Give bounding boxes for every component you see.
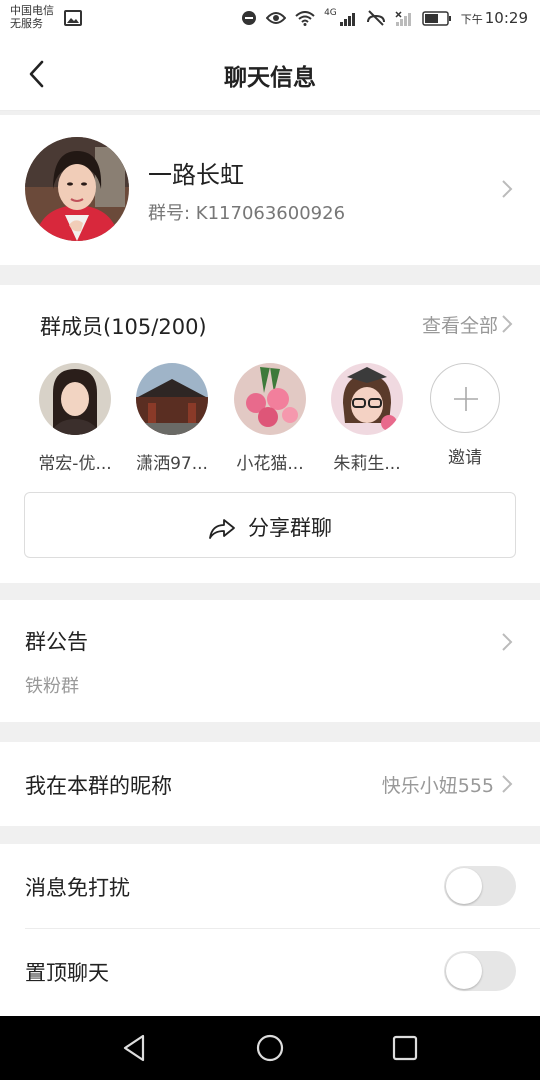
- system-nav-bar: [0, 1016, 540, 1080]
- chat-settings-section: 消息免打扰 置顶聊天: [0, 844, 540, 1016]
- group-nickname-row[interactable]: 我在本群的昵称 快乐小妞555: [0, 742, 540, 826]
- no-call-icon: [366, 10, 385, 26]
- page-title: 聊天信息: [224, 65, 316, 91]
- image-icon: [64, 10, 82, 26]
- member-item[interactable]: 常宏-优...: [33, 363, 117, 474]
- nickname-value: 快乐小妞555: [381, 775, 494, 797]
- mute-notifications-row: 消息免打扰: [0, 844, 540, 929]
- triangle-back-icon: [123, 1034, 145, 1062]
- signal-icon: [339, 12, 355, 26]
- share-icon: [209, 519, 235, 539]
- member-avatar: [39, 363, 111, 435]
- mute-label: 消息免打扰: [25, 876, 130, 900]
- member-avatar: [234, 363, 306, 435]
- notice-text: 铁粉群: [25, 676, 79, 697]
- pin-label: 置顶聊天: [25, 961, 109, 985]
- app-header: 聊天信息: [0, 38, 540, 111]
- clock-time: 10:29: [484, 9, 528, 27]
- member-item[interactable]: 潇洒97...: [130, 363, 214, 474]
- invite-label: 邀请: [448, 448, 482, 468]
- battery-icon: [422, 10, 451, 26]
- network-type: 4G: [324, 8, 337, 18]
- group-notice-row[interactable]: 群公告 铁粉群: [0, 600, 540, 722]
- chevron-right-icon: [502, 315, 513, 333]
- member-name: 朱莉生...: [333, 454, 401, 474]
- toggle-knob: [446, 868, 482, 904]
- share-label: 分享群聊: [248, 516, 332, 540]
- member-name: 常宏-优...: [38, 454, 112, 474]
- invite-member-button[interactable]: 邀请: [423, 363, 507, 468]
- member-name: 小花猫...: [236, 454, 304, 474]
- chevron-right-icon: [502, 633, 513, 651]
- nav-recents-button[interactable]: [387, 1030, 423, 1066]
- pin-toggle[interactable]: [444, 951, 516, 991]
- clock: 下午 10:29: [461, 9, 528, 27]
- circle-home-icon: [256, 1034, 284, 1062]
- member-item[interactable]: 朱莉生...: [325, 363, 409, 474]
- service-status: 无服务: [10, 17, 43, 30]
- carrier-name: 中国电信: [10, 4, 54, 17]
- members-title: 群成员(105/200): [40, 315, 207, 339]
- chevron-right-icon: [502, 180, 513, 198]
- share-group-button[interactable]: 分享群聊: [24, 492, 516, 558]
- view-all-label: 查看全部: [421, 315, 498, 337]
- toggle-knob: [446, 953, 482, 989]
- group-name: 一路长虹: [148, 161, 244, 189]
- member-avatar: [331, 363, 403, 435]
- member-name: 潇洒97...: [136, 454, 208, 474]
- share-button-content: 分享群聊: [25, 512, 515, 542]
- nickname-label: 我在本群的昵称: [25, 774, 172, 798]
- chevron-right-icon: [502, 775, 513, 793]
- view-all-members-link[interactable]: 查看全部: [422, 311, 498, 338]
- mute-toggle[interactable]: [444, 866, 516, 906]
- dnd-icon: [242, 11, 257, 25]
- group-members-section: 群成员(105/200) 查看全部 常宏-优... 潇洒97... 小花猫...…: [0, 285, 540, 583]
- carrier-info: 中国电信 无服务: [10, 4, 54, 30]
- group-profile-row[interactable]: 一路长虹 群号: K117063600926: [0, 115, 540, 265]
- eye-icon: [266, 12, 287, 24]
- no-signal-icon: [395, 10, 411, 26]
- nav-back-button[interactable]: [117, 1030, 153, 1066]
- notice-title: 群公告: [25, 630, 88, 654]
- group-avatar: [25, 137, 129, 241]
- clock-period: 下午: [460, 13, 483, 26]
- member-item[interactable]: 小花猫...: [228, 363, 312, 474]
- plus-icon: [454, 387, 478, 411]
- nav-home-button[interactable]: [252, 1030, 288, 1066]
- invite-circle: [430, 363, 500, 433]
- wifi-icon: [295, 10, 315, 26]
- pin-chat-row: 置顶聊天: [0, 929, 540, 1014]
- square-recents-icon: [392, 1035, 418, 1061]
- status-bar: 中国电信 无服务 4G 下午 10:29: [0, 0, 540, 38]
- group-id: 群号: K117063600926: [148, 203, 346, 224]
- member-avatar: [136, 363, 208, 435]
